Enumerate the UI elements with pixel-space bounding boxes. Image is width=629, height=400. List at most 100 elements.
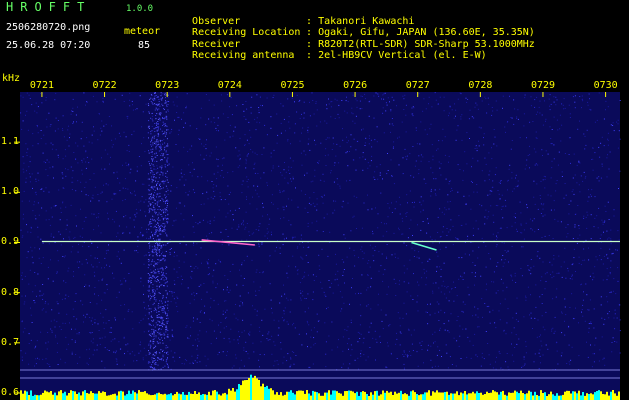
noise-pixel	[489, 193, 491, 195]
noise-pixel	[540, 280, 542, 282]
noise-pixel	[262, 206, 264, 208]
noise-pixel	[56, 301, 58, 303]
noise-pixel	[258, 359, 260, 361]
noise-pixel	[184, 359, 186, 361]
noise-pixel	[287, 139, 289, 140]
noise-pixel	[207, 263, 209, 265]
noise-pixel	[569, 117, 571, 118]
noise-pixel	[370, 286, 372, 288]
noise-column-pixel	[153, 298, 155, 300]
noise-column-pixel	[150, 218, 152, 220]
noise-column-pixel	[165, 251, 167, 252]
noise-pixel	[288, 265, 290, 267]
noise-pixel	[209, 318, 211, 320]
noise-column-pixel	[161, 278, 163, 280]
activity-bar	[228, 388, 230, 400]
noise-column-pixel	[160, 148, 162, 150]
noise-column-pixel	[152, 357, 154, 359]
activity-bar	[184, 394, 186, 400]
noise-pixel	[167, 353, 169, 355]
activity-bar	[178, 393, 180, 400]
noise-pixel	[206, 261, 208, 263]
noise-pixel	[143, 301, 145, 303]
noise-pixel	[171, 128, 173, 130]
noise-column-pixel	[148, 254, 150, 256]
noise-pixel	[345, 152, 347, 154]
noise-pixel	[89, 179, 91, 180]
noise-pixel	[116, 296, 118, 298]
noise-pixel	[561, 176, 563, 177]
noise-pixel	[28, 94, 30, 96]
noise-pixel	[127, 188, 129, 190]
noise-pixel	[459, 92, 461, 94]
noise-pixel	[341, 366, 343, 368]
noise-pixel	[564, 183, 566, 184]
noise-column-pixel	[160, 225, 162, 226]
noise-pixel	[584, 148, 586, 150]
noise-column-pixel	[149, 247, 151, 249]
noise-pixel	[506, 353, 508, 354]
noise-pixel	[422, 110, 424, 112]
noise-pixel	[25, 143, 27, 145]
noise-pixel	[307, 131, 309, 133]
noise-column-pixel	[151, 364, 153, 366]
noise-pixel	[316, 230, 318, 232]
noise-pixel	[586, 129, 588, 131]
noise-pixel	[232, 135, 234, 137]
noise-column-pixel	[153, 294, 155, 296]
noise-pixel	[594, 196, 596, 198]
noise-pixel	[355, 98, 357, 100]
noise-pixel	[478, 126, 480, 128]
noise-pixel	[283, 118, 285, 120]
noise-pixel	[134, 194, 136, 196]
noise-pixel	[290, 178, 292, 180]
noise-pixel	[111, 125, 112, 127]
noise-column-pixel	[165, 150, 167, 152]
noise-pixel	[142, 285, 144, 287]
noise-pixel	[121, 94, 123, 96]
noise-column-pixel	[155, 322, 157, 324]
noise-pixel	[331, 282, 333, 284]
noise-pixel	[301, 344, 303, 346]
noise-pixel	[173, 255, 175, 257]
noise-column-pixel	[153, 341, 155, 343]
noise-pixel	[75, 158, 77, 160]
noise-pixel	[380, 192, 382, 194]
activity-bar	[190, 393, 192, 400]
noise-column-pixel	[157, 104, 159, 106]
noise-pixel	[203, 145, 205, 147]
activity-bar	[494, 391, 496, 400]
noise-pixel	[263, 354, 265, 356]
noise-pixel	[155, 134, 157, 136]
noise-pixel	[305, 254, 307, 256]
noise-pixel	[360, 350, 362, 352]
noise-column-pixel	[151, 357, 153, 359]
noise-pixel	[126, 150, 128, 152]
noise-pixel	[536, 336, 538, 338]
noise-column-pixel	[165, 203, 166, 204]
noise-pixel	[387, 216, 389, 218]
noise-pixel	[368, 260, 370, 261]
noise-pixel	[613, 209, 615, 211]
noise-column-pixel	[151, 137, 153, 139]
noise-pixel	[248, 357, 250, 359]
noise-column-pixel	[151, 130, 153, 132]
activity-bar	[82, 391, 84, 400]
noise-pixel	[217, 117, 219, 119]
noise-pixel	[135, 180, 137, 182]
noise-pixel	[361, 274, 363, 276]
activity-bar	[146, 393, 148, 400]
noise-pixel	[228, 291, 230, 293]
noise-pixel	[78, 243, 79, 245]
noise-pixel	[405, 213, 407, 215]
noise-pixel	[115, 352, 117, 354]
noise-column-pixel	[149, 208, 151, 210]
noise-pixel	[30, 227, 32, 229]
noise-pixel	[258, 229, 260, 231]
noise-pixel	[169, 290, 171, 292]
noise-pixel	[128, 273, 130, 274]
noise-pixel	[183, 126, 185, 128]
noise-pixel	[603, 118, 605, 120]
noise-pixel	[192, 226, 194, 228]
noise-pixel	[425, 183, 427, 184]
